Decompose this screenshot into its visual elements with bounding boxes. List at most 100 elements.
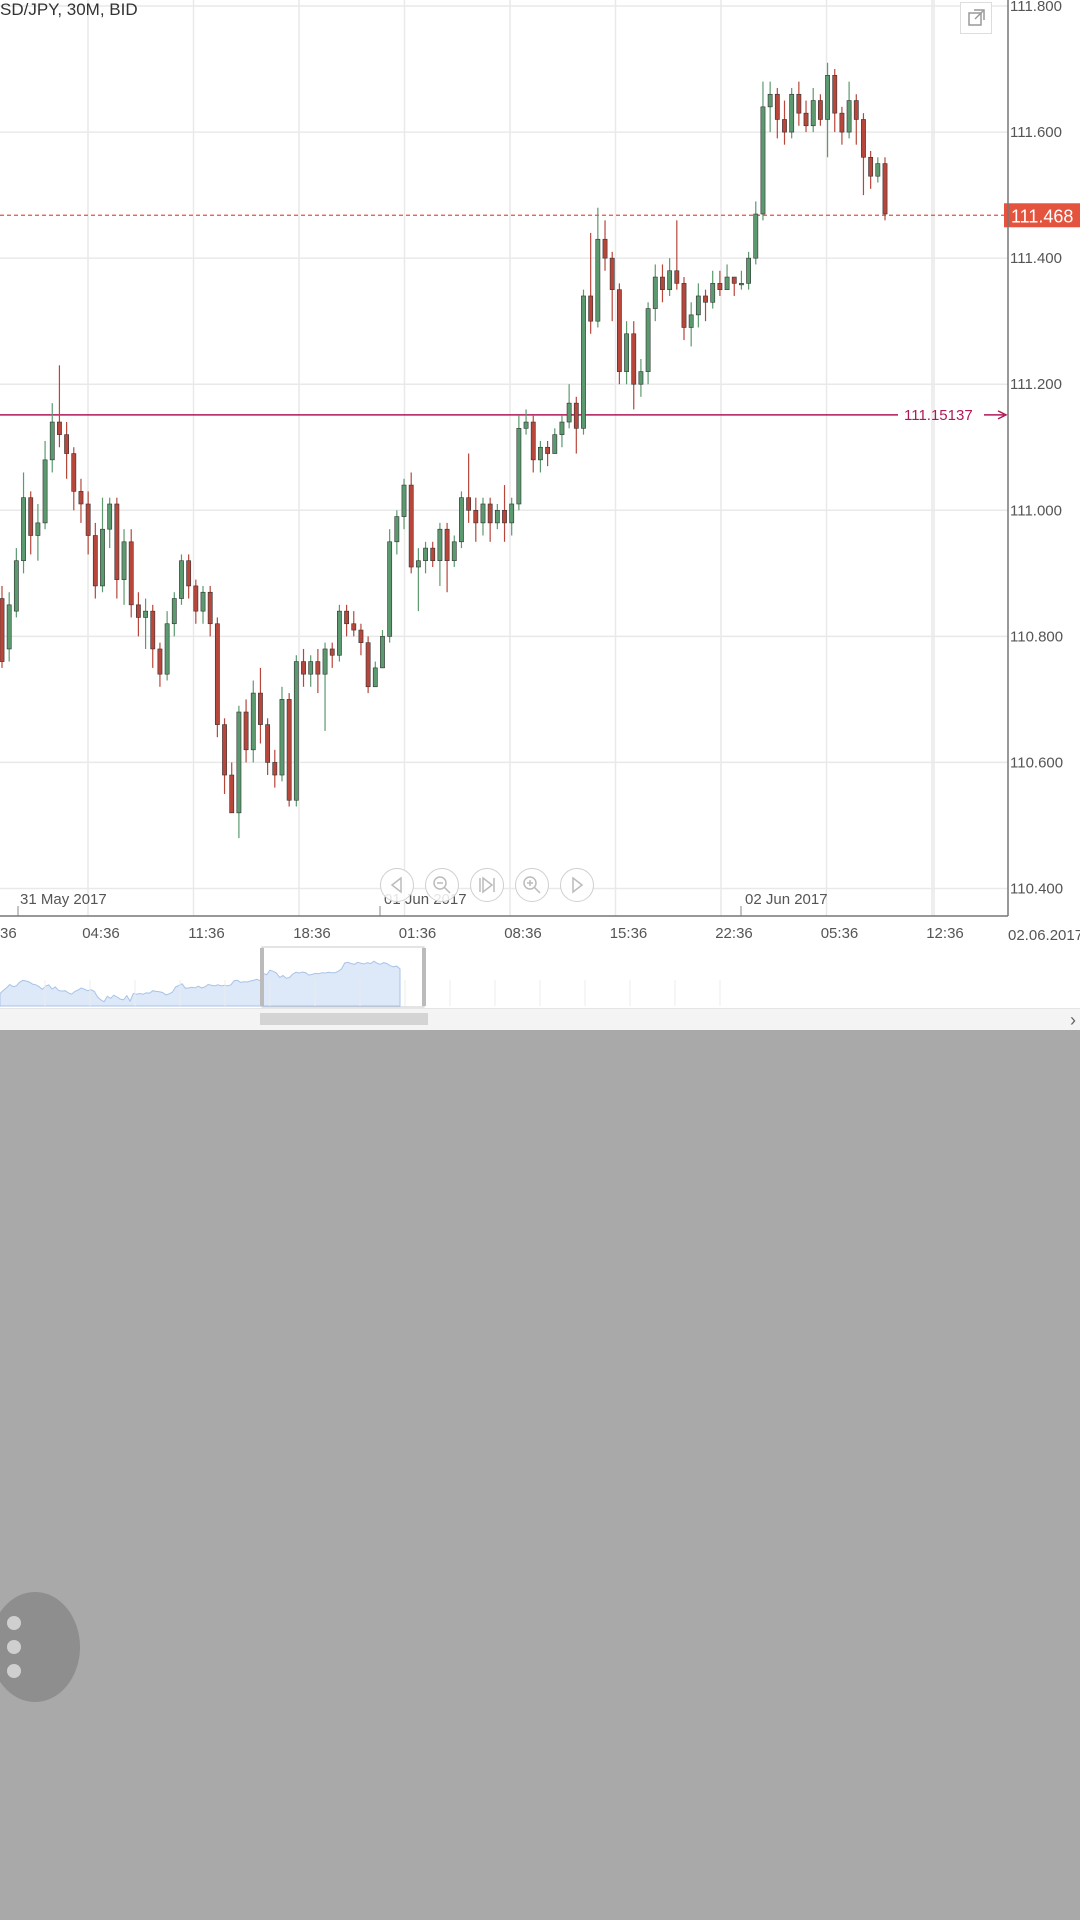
candle-body bbox=[817, 100, 823, 120]
candle-body bbox=[552, 434, 558, 454]
candle-body bbox=[581, 295, 586, 429]
candle-body bbox=[731, 276, 737, 284]
price-tick-label: 111.000 bbox=[1010, 502, 1062, 519]
candle-body bbox=[214, 623, 220, 725]
candle-body bbox=[494, 509, 500, 524]
candle-body bbox=[135, 604, 141, 618]
candle-body bbox=[451, 541, 457, 562]
candle-body bbox=[222, 724, 227, 776]
chart-scrollbar[interactable]: › bbox=[0, 1008, 1080, 1030]
candle-body bbox=[616, 289, 622, 372]
candle-body bbox=[42, 459, 48, 524]
candle-body bbox=[28, 497, 34, 536]
candle-body bbox=[803, 112, 809, 127]
time-tick-label: 01:36 bbox=[399, 925, 437, 942]
candle-body bbox=[595, 238, 601, 322]
candle-body bbox=[674, 270, 680, 284]
end-date-label: 02.06.2017 bbox=[1008, 927, 1080, 944]
zoom-out-button[interactable] bbox=[425, 868, 459, 902]
candle-body bbox=[415, 560, 421, 568]
date-label: 31 May 2017 bbox=[20, 891, 107, 908]
scroll-right-button[interactable] bbox=[560, 868, 594, 902]
candle-body bbox=[64, 434, 70, 454]
chart-panel[interactable]: 111.15137 111.468 111.800 111.600 111.400 11… bbox=[0, 0, 1080, 1030]
candle-body bbox=[57, 421, 62, 435]
candle-body bbox=[272, 762, 278, 776]
more-options-button[interactable] bbox=[0, 1592, 80, 1702]
price-tick-label: 111.200 bbox=[1010, 376, 1062, 393]
candle-body bbox=[186, 560, 192, 587]
reset-view-button[interactable] bbox=[470, 868, 504, 902]
candle-body bbox=[688, 314, 694, 328]
candle-body bbox=[853, 100, 859, 120]
candle-body bbox=[150, 610, 156, 650]
candle-body bbox=[279, 699, 285, 776]
candle-body bbox=[430, 547, 436, 562]
price-tick-label: 110.600 bbox=[1010, 754, 1063, 771]
candle-body bbox=[652, 276, 658, 309]
candle-body bbox=[258, 692, 263, 725]
candle-body bbox=[6, 604, 12, 650]
zoom-out-icon bbox=[433, 876, 451, 894]
candle-body bbox=[293, 661, 299, 801]
fullscreen-button[interactable] bbox=[960, 2, 992, 34]
candle-body bbox=[243, 711, 249, 751]
candle-body bbox=[128, 541, 134, 606]
time-tick-label: 22:36 bbox=[715, 925, 753, 942]
candle-body bbox=[559, 421, 565, 435]
candle-body bbox=[13, 560, 19, 612]
candle-body bbox=[49, 421, 55, 461]
candle-body bbox=[35, 522, 41, 536]
candle-body bbox=[825, 75, 830, 120]
candle-body bbox=[193, 585, 199, 612]
candle-body bbox=[667, 270, 673, 290]
scroll-left-icon bbox=[390, 876, 402, 894]
candle-body bbox=[358, 629, 364, 643]
candle-body bbox=[638, 371, 644, 385]
level-lines: 111.15137 111.468 bbox=[0, 203, 1080, 424]
navigator[interactable] bbox=[0, 946, 1080, 1008]
candle-body bbox=[444, 528, 450, 562]
candle-body bbox=[372, 667, 378, 688]
scroll-left-button[interactable] bbox=[380, 868, 414, 902]
scrollbar-thumb[interactable] bbox=[260, 1013, 428, 1025]
price-tick-label: 111.600 bbox=[1010, 124, 1062, 141]
candle-body bbox=[0, 598, 5, 662]
scrollbar-right-arrow[interactable]: › bbox=[1070, 1009, 1076, 1030]
candle-body bbox=[538, 446, 543, 461]
candle-body bbox=[437, 528, 443, 562]
candle-body bbox=[236, 711, 242, 814]
candle-body bbox=[695, 295, 701, 316]
price-tick-label: 111.400 bbox=[1010, 250, 1062, 267]
candle-body bbox=[286, 699, 292, 801]
candle-body bbox=[423, 547, 428, 562]
level-line-label: 111.15137 bbox=[904, 407, 973, 424]
candle-body bbox=[523, 421, 529, 429]
candle-body bbox=[401, 484, 407, 517]
zoom-in-button[interactable] bbox=[515, 868, 549, 902]
candle-body bbox=[530, 421, 536, 461]
candle-body bbox=[739, 283, 744, 286]
navigator-handle-left bbox=[260, 948, 264, 1006]
candle-body bbox=[459, 497, 464, 543]
candle-body bbox=[179, 560, 184, 599]
candle-body bbox=[832, 75, 838, 114]
candle-body bbox=[250, 692, 256, 751]
candle-body bbox=[710, 283, 716, 303]
time-tick-label: 04:36 bbox=[82, 925, 120, 942]
candle-body bbox=[322, 648, 328, 675]
candle-body bbox=[609, 257, 615, 290]
candle-body bbox=[703, 295, 708, 303]
time-tick-label: 18:36 bbox=[293, 925, 331, 942]
candle-body bbox=[789, 93, 795, 133]
candle-body bbox=[380, 636, 385, 669]
candle-body bbox=[200, 591, 206, 612]
navigator-window bbox=[261, 946, 425, 1008]
candle-body bbox=[114, 503, 120, 580]
navigator-handle-right bbox=[422, 948, 426, 1006]
chart-title: SD/JPY, 30M, BID bbox=[0, 0, 138, 19]
candle-body bbox=[100, 528, 105, 587]
candle-body bbox=[329, 648, 335, 656]
candle-body bbox=[573, 402, 579, 429]
candle-body bbox=[882, 163, 888, 215]
